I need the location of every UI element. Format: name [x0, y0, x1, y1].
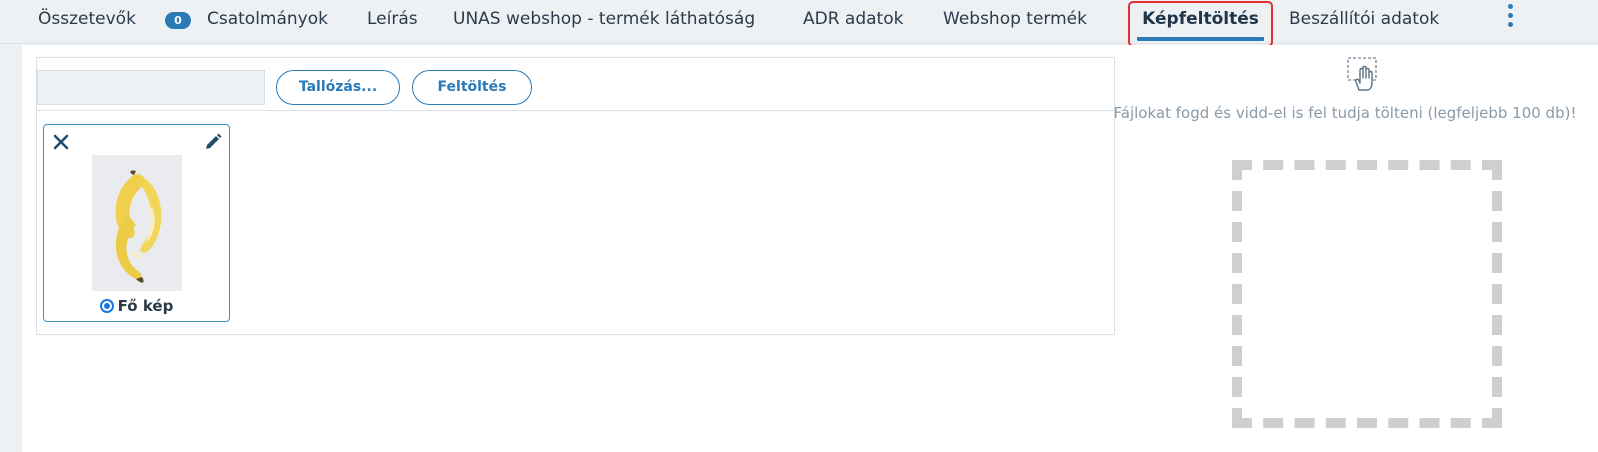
tab-csatolmanyok[interactable]: Csatolmányok — [207, 0, 328, 40]
drag-drop-hint: Fájlokat fogd és vidd-el is fel tudja tö… — [1113, 104, 1577, 122]
main-image-label: Fő kép — [117, 297, 174, 315]
file-path-input[interactable] — [37, 70, 265, 105]
browse-button[interactable]: Tallózás... — [276, 70, 400, 105]
tab-kepfeltoltes-label: Képfeltöltés — [1142, 9, 1259, 29]
tab-adr-adatok[interactable]: ADR adatok — [803, 0, 903, 40]
drop-zone[interactable] — [1232, 160, 1502, 428]
close-icon[interactable] — [52, 133, 70, 151]
tab-osszetevok[interactable]: Összetevők — [38, 0, 136, 40]
tab-webshop-termek[interactable]: Webshop termék — [943, 0, 1087, 40]
image-upload-panel: Tallózás... Feltöltés Fő kép — [36, 57, 1115, 335]
count-badge: 0 — [165, 12, 191, 29]
tab-kepfeltoltes[interactable]: Képfeltöltés — [1128, 1, 1273, 47]
drag-hand-icon — [1347, 57, 1377, 91]
main-image-radio[interactable] — [99, 299, 114, 313]
product-image[interactable] — [92, 155, 182, 291]
tab-unas-webshop[interactable]: UNAS webshop - termék láthatóság — [453, 0, 755, 40]
tab-leiras[interactable]: Leírás — [367, 0, 418, 40]
upload-button[interactable]: Feltöltés — [412, 70, 532, 105]
tab-beszallitoi-adatok[interactable]: Beszállítói adatok — [1289, 0, 1439, 40]
upload-toolbar: Tallózás... Feltöltés — [37, 58, 1114, 111]
active-tab-indicator — [1137, 37, 1264, 41]
main-image-option: Fő kép — [44, 297, 229, 315]
pencil-icon[interactable] — [203, 132, 223, 152]
tab-bar: Összetevők 0 Csatolmányok Leírás UNAS we… — [0, 0, 1598, 47]
image-card: Fő kép — [43, 124, 230, 322]
more-menu-icon[interactable] — [1506, 4, 1514, 30]
